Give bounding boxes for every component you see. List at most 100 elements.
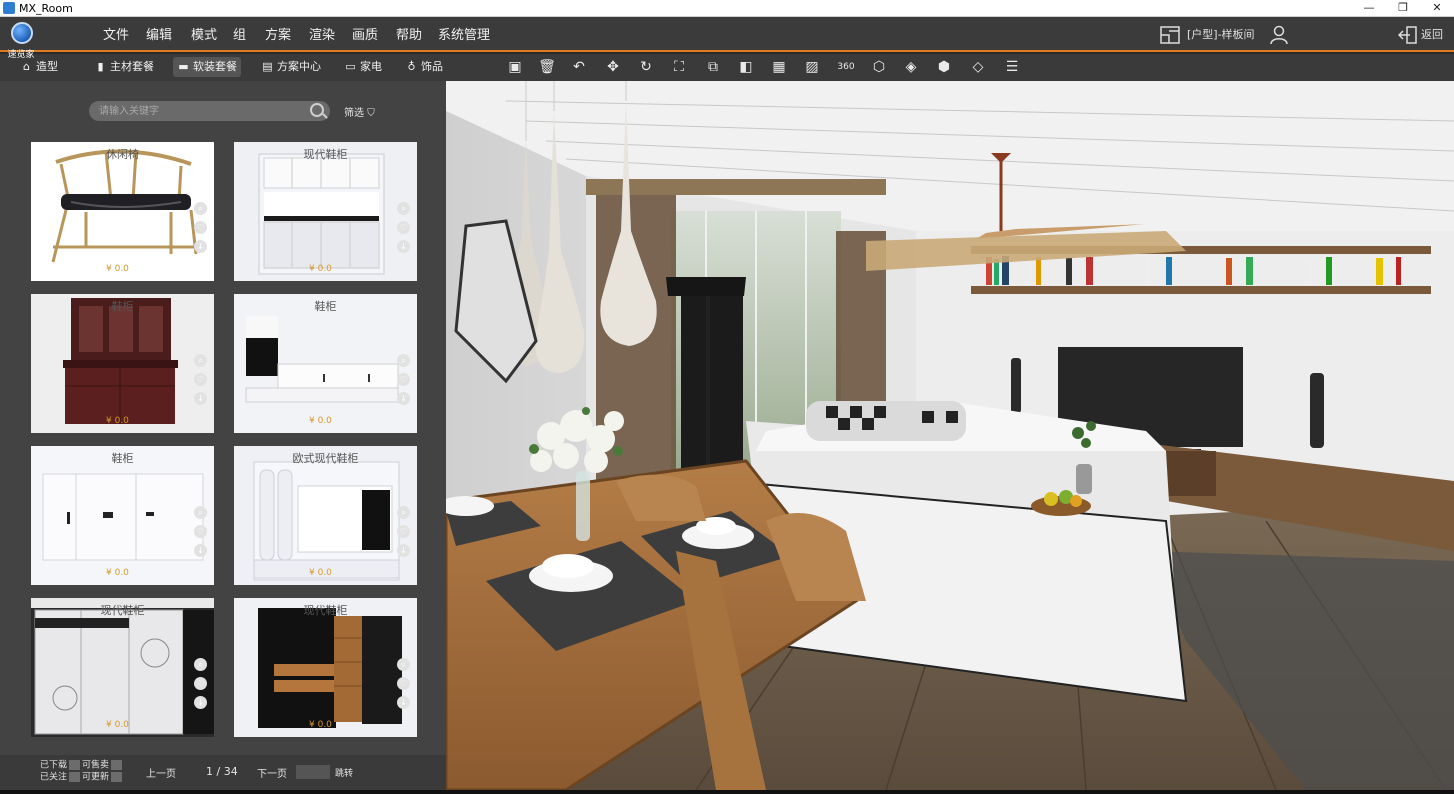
home-icon: ⌂ xyxy=(23,60,30,73)
download-icon[interactable]: ↓ xyxy=(194,544,207,557)
search-icon[interactable] xyxy=(310,103,324,117)
close-button[interactable]: ✕ xyxy=(1420,0,1454,16)
product-price: ¥ 0.0 xyxy=(309,568,332,578)
room-render-scene xyxy=(446,81,1454,790)
next-page-button[interactable]: 下一页 xyxy=(257,765,287,780)
download-icon[interactable]: ↓ xyxy=(194,392,207,405)
list-icon[interactable]: ☰ xyxy=(1002,57,1022,77)
product-actions: ⌕ ♡ ↓ xyxy=(194,658,208,715)
heart-icon[interactable]: ♡ xyxy=(397,677,410,690)
legend-label: 已关注 xyxy=(40,772,68,783)
layer-icon[interactable]: ◧ xyxy=(736,57,756,77)
product-name: 休闲椅 xyxy=(106,148,139,161)
heart-icon[interactable]: ♡ xyxy=(397,373,410,386)
menu-group[interactable]: 组 xyxy=(233,27,246,45)
menu-file[interactable]: 文件 xyxy=(103,27,129,45)
heart-icon[interactable]: ♡ xyxy=(194,221,207,234)
zoom-icon[interactable]: ⌕ xyxy=(397,658,410,671)
product-card[interactable]: 鞋柜 ⌕ ♡ ↓ ¥ 0.0 xyxy=(31,446,214,585)
window-title: MX_Room xyxy=(19,2,73,15)
tab-appliances[interactable]: ▭ 家电 xyxy=(340,57,386,77)
filter-button[interactable]: 筛选 ⛉ xyxy=(344,104,375,119)
tab-decorations[interactable]: ♁ 饰品 xyxy=(401,57,447,77)
prev-page-button[interactable]: 上一页 xyxy=(146,765,176,780)
menu-render[interactable]: 渲染 xyxy=(309,27,335,45)
maximize-button[interactable]: ❐ xyxy=(1386,0,1420,16)
download-icon[interactable]: ↓ xyxy=(397,392,410,405)
3d-render-viewport[interactable] xyxy=(446,81,1454,790)
floorplan-icon[interactable] xyxy=(1160,26,1180,44)
menu-system-admin[interactable]: 系统管理 xyxy=(438,27,490,45)
menu-quality[interactable]: 画质 xyxy=(352,27,378,45)
zoom-icon[interactable]: ⌕ xyxy=(194,506,207,519)
tag-icon[interactable]: ◇ xyxy=(968,57,988,77)
legend-swatch xyxy=(111,760,123,770)
menu-mode[interactable]: 模式 xyxy=(191,27,217,45)
heart-icon[interactable]: ♡ xyxy=(194,677,207,690)
legend-label: 可售卖 xyxy=(82,760,110,771)
search-input[interactable] xyxy=(99,103,299,119)
move-icon[interactable]: ✥ xyxy=(603,57,623,77)
tab-scheme-center[interactable]: ▤ 方案中心 xyxy=(257,57,325,77)
download-icon[interactable]: ↓ xyxy=(397,240,410,253)
cube-icon[interactable]: ⬡ xyxy=(869,57,889,77)
rotate-icon[interactable]: ↻ xyxy=(636,57,656,77)
delete-icon[interactable]: 🗑 xyxy=(537,57,557,77)
product-name: 鞋柜 xyxy=(111,300,134,313)
minimize-button[interactable]: — xyxy=(1352,0,1386,16)
picture-icon[interactable]: ▨ xyxy=(802,57,822,77)
download-icon[interactable]: ↓ xyxy=(194,240,207,253)
download-icon[interactable]: ↓ xyxy=(397,696,410,709)
product-name: 现代鞋柜 xyxy=(100,604,145,617)
zoom-icon[interactable]: ⌕ xyxy=(194,658,207,671)
tab-label: 饰品 xyxy=(421,60,443,73)
product-card[interactable]: 欧式现代鞋柜 ⌕ ♡ ↓ ¥ 0.0 xyxy=(234,446,417,585)
menu-edit[interactable]: 编辑 xyxy=(146,27,172,45)
panorama-360-icon[interactable]: 360 xyxy=(836,57,856,77)
product-card[interactable]: 休闲椅 ⌕ ♡ ↓ ¥ 0.0 xyxy=(31,142,214,281)
globe-logo-icon xyxy=(11,22,33,44)
group-icon[interactable]: ⧉ xyxy=(703,57,723,77)
back-button[interactable]: 返回 xyxy=(1421,25,1443,45)
heart-icon[interactable]: ♡ xyxy=(194,525,207,538)
heart-icon[interactable]: ♡ xyxy=(194,373,207,386)
product-card[interactable]: 鞋柜 ⌕ ♡ ↓ ¥ 0.0 xyxy=(234,294,417,433)
product-card[interactable]: 现代鞋柜 ⌕ ♡ ↓ ¥ 0.0 xyxy=(31,598,214,737)
product-card[interactable]: 现代鞋柜 ⌕ ♡ ↓ ¥ 0.0 xyxy=(234,142,417,281)
zoom-icon[interactable]: ⌕ xyxy=(397,506,410,519)
menu-scheme[interactable]: 方案 xyxy=(265,27,291,45)
house-type-label[interactable]: [户型]-样板间 xyxy=(1187,25,1255,45)
zoom-icon[interactable]: ⌕ xyxy=(194,354,207,367)
fit-view-icon[interactable]: ⛶ xyxy=(669,57,689,77)
undo-icon[interactable]: ↶ xyxy=(569,57,589,77)
download-icon[interactable]: ↓ xyxy=(397,544,410,557)
zoom-icon[interactable]: ⌕ xyxy=(194,202,207,215)
menu-help[interactable]: 帮助 xyxy=(396,27,422,45)
save-icon[interactable]: ▣ xyxy=(505,57,525,77)
download-icon[interactable]: ↓ xyxy=(194,696,207,709)
product-card[interactable]: 鞋柜 ⌕ ♡ ↓ ¥ 0.0 xyxy=(31,294,214,433)
heart-icon[interactable]: ♡ xyxy=(397,221,410,234)
zoom-icon[interactable]: ⌕ xyxy=(397,354,410,367)
zoom-icon[interactable]: ⌕ xyxy=(397,202,410,215)
floor-icon[interactable]: ◈ xyxy=(901,57,921,77)
product-name: 现代鞋柜 xyxy=(303,604,348,617)
tab-soft-furnishing-package[interactable]: ▬ 软装套餐 xyxy=(173,57,241,77)
pagination-bar: 已下载 可售卖 已关注 可更新 上一页 1 / 34 下一页 跳转 xyxy=(0,755,446,794)
exit-icon[interactable] xyxy=(1398,26,1418,44)
jump-button[interactable]: 跳转 xyxy=(335,766,353,779)
page-jump-input[interactable] xyxy=(296,765,330,779)
product-thumbnail xyxy=(258,153,385,275)
page-indicator: 1 / 34 xyxy=(206,765,238,778)
box-view-icon[interactable]: ⬢ xyxy=(934,57,954,77)
search-box xyxy=(89,101,330,121)
tab-label: 家电 xyxy=(360,60,382,73)
material-icon[interactable]: ▦ xyxy=(769,57,789,77)
user-icon[interactable] xyxy=(1270,25,1288,45)
filter-label: 筛选 xyxy=(344,108,364,119)
legend-label: 可更新 xyxy=(82,772,110,783)
product-name: 鞋柜 xyxy=(111,452,134,465)
product-card[interactable]: 现代鞋柜 ⌕ ♡ ↓ ¥ 0.0 xyxy=(234,598,417,737)
tab-main-material-package[interactable]: ▮ 主材套餐 xyxy=(90,57,158,77)
heart-icon[interactable]: ♡ xyxy=(397,525,410,538)
